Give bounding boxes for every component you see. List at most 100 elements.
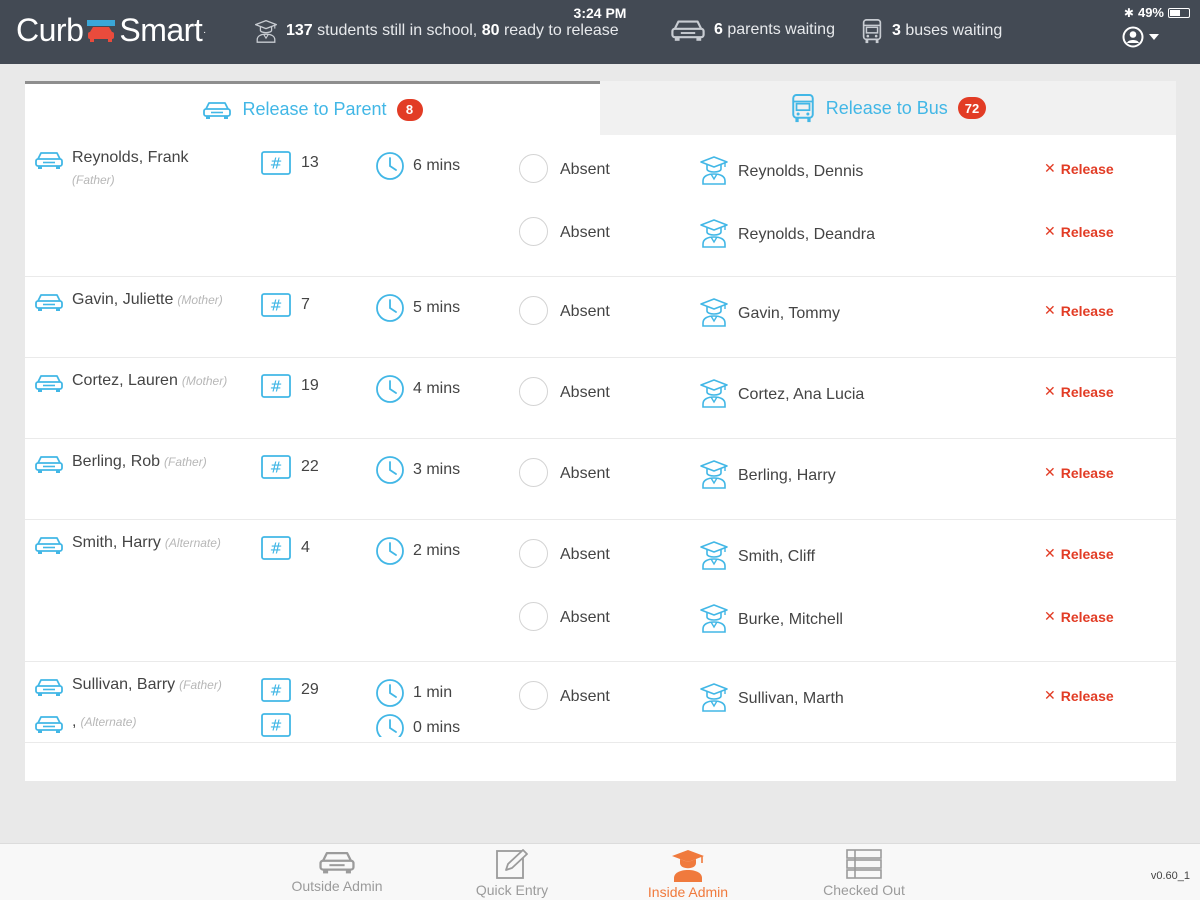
student-name: Burke, Mitchell: [738, 611, 843, 628]
logo-reg-mark: .: [203, 25, 206, 36]
release-label: Release: [1060, 464, 1114, 481]
parents-label: parents waiting: [727, 21, 835, 38]
student-name: Berling, Harry: [738, 467, 836, 484]
close-icon: ✕: [1044, 464, 1056, 480]
absent-radio[interactable]: [519, 539, 548, 568]
bus-count-badge: 72: [957, 97, 987, 119]
release-button[interactable]: ✕ Release: [1044, 160, 1114, 177]
bus-icon: [860, 18, 884, 44]
student-icon: [699, 155, 729, 185]
release-button[interactable]: ✕ Release: [1044, 383, 1114, 400]
nav-outside-admin-label: Outside Admin: [291, 878, 383, 894]
nav-quick-entry-label: Quick Entry: [475, 882, 549, 898]
ready-count: 80: [481, 22, 500, 39]
absent-label: Absent: [560, 161, 610, 178]
absent-radio[interactable]: [519, 602, 548, 631]
student-entry: Absent Burke, Mitchell ✕ Release: [25, 583, 1176, 645]
battery-status: ✱ 49%: [1124, 5, 1190, 20]
nav-checked-out[interactable]: Checked Out: [789, 848, 939, 898]
release-label: Release: [1060, 383, 1114, 400]
release-button[interactable]: ✕ Release: [1044, 464, 1114, 481]
parent-relation: (Alternate): [80, 715, 137, 729]
release-button[interactable]: ✕ Release: [1044, 545, 1114, 562]
close-icon: ✕: [1044, 302, 1056, 318]
student-icon: [699, 218, 729, 248]
student-entry: Absent Gavin, Tommy ✕ Release: [25, 277, 1176, 339]
buses-stat-text: 3 buses waiting: [892, 22, 1002, 40]
student-name: Smith, Cliff: [738, 548, 816, 565]
release-button[interactable]: ✕ Release: [1044, 302, 1114, 319]
absent-radio[interactable]: [519, 458, 548, 487]
graduate-icon: [672, 850, 704, 882]
close-icon: ✕: [1044, 383, 1056, 399]
queue-row: Berling, Rob (Father) 22 3 mins Absent Berlin…: [25, 439, 1176, 520]
student-name: Gavin, Tommy: [738, 305, 840, 322]
absent-label: Absent: [560, 224, 610, 241]
chevron-down-icon: [1149, 34, 1159, 40]
absent-radio[interactable]: [519, 296, 548, 325]
pickup-number: [261, 713, 301, 737]
parents-count: 6: [714, 21, 723, 38]
list-icon: [846, 849, 882, 879]
close-icon: ✕: [1044, 608, 1056, 624]
battery-percent: 49%: [1137, 5, 1164, 20]
student-icon: [699, 378, 729, 408]
tab-release-to-bus[interactable]: Release to Bus 72: [600, 81, 1176, 135]
absent-label: Absent: [560, 384, 610, 401]
tab-release-to-parent[interactable]: Release to Parent 8: [25, 81, 600, 135]
students-label: students still in school,: [317, 22, 478, 39]
student-entry: Absent Smith, Cliff ✕ Release: [25, 520, 1176, 582]
queue-row: Gavin, Juliette (Mother) 7 5 mins Absent Gavi…: [25, 277, 1176, 358]
close-icon: ✕: [1044, 223, 1056, 239]
top-header: Curb Smart . 3:24 PM ✱ 49% 137 students …: [0, 0, 1200, 64]
clock-icon: [375, 713, 405, 737]
absent-label: Absent: [560, 465, 610, 482]
release-button[interactable]: ✕ Release: [1044, 608, 1114, 625]
release-label: Release: [1060, 545, 1114, 562]
parents-stat-text: 6 parents waiting: [714, 21, 835, 39]
student-icon: [699, 603, 729, 633]
parent-info: , (Alternate): [34, 713, 264, 734]
car-icon: [202, 99, 232, 121]
students-stat-text: 137 students still in school, 80 ready t…: [286, 22, 619, 40]
user-menu-button[interactable]: [1122, 26, 1160, 48]
wait-time: 0 mins: [375, 713, 460, 737]
parent-queue-list: Reynolds, Frank (Father) 13 6 mins Absent Rey…: [25, 135, 1176, 743]
absent-radio[interactable]: [519, 154, 548, 183]
students-stat: 137 students still in school, 80 ready t…: [254, 18, 619, 44]
student-name: Reynolds, Deandra: [738, 226, 875, 243]
release-tabs: Release to Parent 8 Release to Bus 72: [25, 81, 1176, 135]
nav-outside-admin[interactable]: Outside Admin: [262, 848, 412, 894]
queue-row: Reynolds, Frank (Father) 13 6 mins Absent Rey…: [25, 135, 1176, 277]
release-label: Release: [1060, 608, 1114, 625]
student-entry: Absent Reynolds, Deandra ✕ Release: [25, 198, 1176, 260]
car-icon: [670, 18, 706, 42]
queue-row: Cortez, Lauren (Mother) 19 4 mins Absent Cort…: [25, 358, 1176, 439]
hash-icon: [261, 713, 291, 737]
nav-inside-admin[interactable]: Inside Admin: [613, 848, 763, 900]
nav-checked-out-label: Checked Out: [823, 882, 905, 898]
students-count: 137: [286, 22, 313, 39]
parents-stat: 6 parents waiting: [670, 18, 835, 42]
student-entry: Absent Berling, Harry ✕ Release: [25, 439, 1176, 501]
graduate-icon: [254, 18, 278, 44]
buses-stat: 3 buses waiting: [860, 18, 1002, 44]
release-label: Release: [1060, 223, 1114, 240]
absent-radio[interactable]: [519, 377, 548, 406]
parent-count-badge: 8: [396, 98, 423, 121]
partial-queue-row: , (Alternate) 0 mins: [25, 697, 1176, 737]
student-name: Cortez, Ana Lucia: [738, 386, 865, 403]
absent-radio[interactable]: [519, 217, 548, 246]
release-button[interactable]: ✕ Release: [1044, 223, 1114, 240]
tab-parent-label: Release to Parent: [242, 99, 387, 119]
student-icon: [699, 297, 729, 327]
student-entry: Absent Cortez, Ana Lucia ✕ Release: [25, 358, 1176, 420]
user-account-icon: [1122, 26, 1144, 48]
battery-icon: [1168, 7, 1190, 18]
wait-time-value: 0 mins: [413, 719, 461, 736]
buses-label: buses waiting: [905, 22, 1003, 39]
nav-quick-entry[interactable]: Quick Entry: [437, 848, 587, 898]
close-icon: ✕: [1044, 160, 1056, 176]
car-icon: [318, 848, 356, 876]
tab-bus-label: Release to Bus: [825, 97, 948, 118]
